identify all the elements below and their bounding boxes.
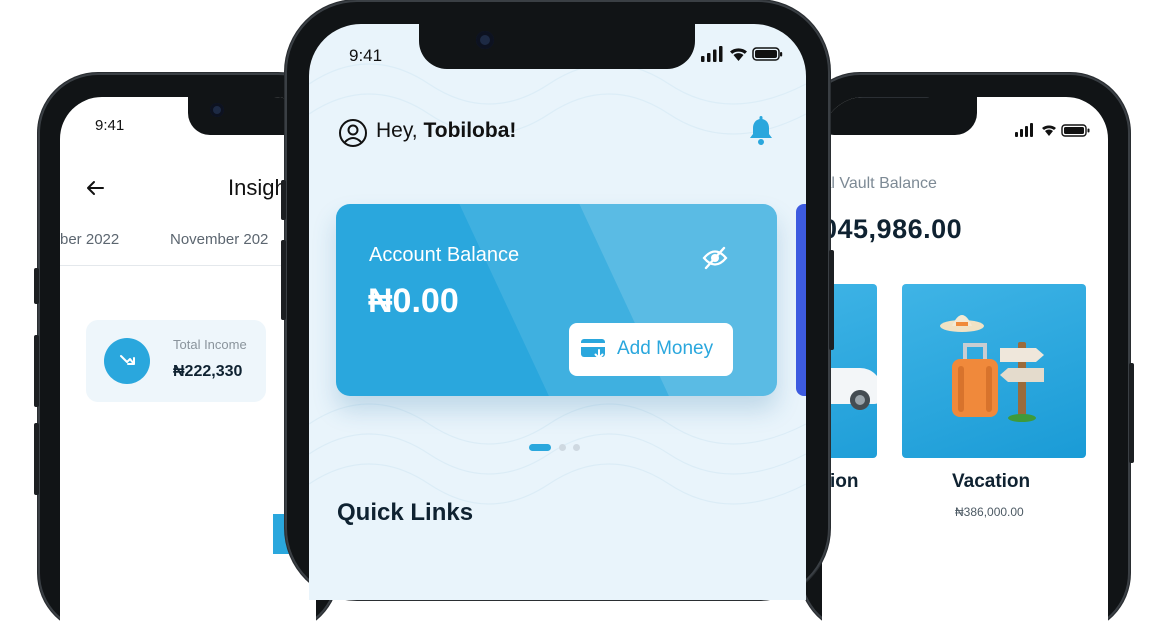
right-screen: tal Vault Balance ,045,986.00 ion Vacati…: [822, 97, 1108, 633]
greeting: Hey, Tobiloba!: [376, 119, 516, 143]
car-icon: [822, 368, 877, 410]
volume-up-button: [34, 335, 39, 407]
vault-card-vacation-amount: ₦386,000.00: [955, 505, 1024, 519]
volume-down-button: [34, 423, 39, 495]
carousel-dot-active[interactable]: [529, 444, 551, 451]
vault-card-vacation[interactable]: [902, 284, 1086, 458]
suitcase-signpost-icon: [940, 315, 1044, 422]
battery-icon: [1061, 124, 1090, 137]
trend-down-icon: [104, 338, 150, 384]
hide-balance-eye-icon[interactable]: [702, 245, 728, 271]
tab-month-current[interactable]: November 202: [170, 231, 268, 248]
card-add-icon: [581, 339, 605, 360]
status-time: 9:41: [95, 117, 125, 134]
speaker-grille: [842, 97, 930, 98]
notch: [822, 97, 977, 135]
vault-balance-label: tal Vault Balance: [822, 175, 937, 192]
center-phone: 9:41 Hey, Tobiloba! Account Balance ₦0.0…: [281, 0, 834, 600]
tabs-divider: [60, 265, 316, 266]
power-button: [829, 250, 834, 350]
wifi-icon: [730, 48, 747, 61]
quick-links-title: Quick Links: [337, 499, 474, 526]
vault-card-car-title: ion: [830, 471, 859, 492]
mute-switch: [34, 268, 39, 304]
mute-switch: [281, 180, 286, 220]
cellular-signal-icon: [1015, 123, 1033, 137]
total-income-card[interactable]: Total Income ₦222,330: [86, 320, 266, 402]
status-time: 9:41: [349, 46, 383, 65]
center-screen: 9:41 Hey, Tobiloba! Account Balance ₦0.0…: [309, 24, 806, 600]
cellular-signal-icon: [701, 46, 723, 62]
username: Tobiloba!: [423, 119, 517, 142]
notification-bell-icon[interactable]: [747, 116, 775, 148]
right-phone: tal Vault Balance ,045,986.00 ion Vacati…: [800, 73, 1134, 633]
battery-icon: [752, 47, 783, 61]
volume-up-button: [281, 240, 286, 320]
add-money-label: Add Money: [617, 338, 714, 359]
greeting-prefix: Hey,: [376, 119, 424, 142]
user-avatar-icon[interactable]: [338, 118, 368, 148]
carousel-dot[interactable]: [559, 444, 566, 451]
balance-label: Account Balance: [369, 244, 520, 266]
status-indicators: [701, 46, 783, 67]
wifi-icon: [1042, 125, 1056, 136]
power-button: [1129, 363, 1134, 463]
carousel-dot[interactable]: [573, 444, 580, 451]
income-value: ₦222,330: [173, 363, 243, 380]
income-label: Total Income: [173, 337, 247, 352]
notch: [419, 24, 695, 69]
vault-card-vacation-title: Vacation: [952, 471, 1031, 492]
next-card-peek[interactable]: [796, 204, 806, 396]
account-balance-card: Account Balance ₦0.00 Add Money: [336, 204, 777, 396]
back-arrow-icon[interactable]: [84, 177, 106, 199]
left-screen: 9:41 Insights ber 2022 November 202 Tota…: [60, 97, 316, 633]
vault-balance-amount: ,045,986.00: [822, 214, 963, 244]
tab-month-previous[interactable]: ber 2022: [60, 231, 119, 248]
add-money-button[interactable]: Add Money: [569, 323, 733, 376]
front-camera-icon: [210, 103, 224, 117]
status-indicators: [1015, 123, 1095, 142]
front-camera-icon: [476, 31, 494, 49]
balance-amount: ₦0.00: [368, 282, 459, 320]
